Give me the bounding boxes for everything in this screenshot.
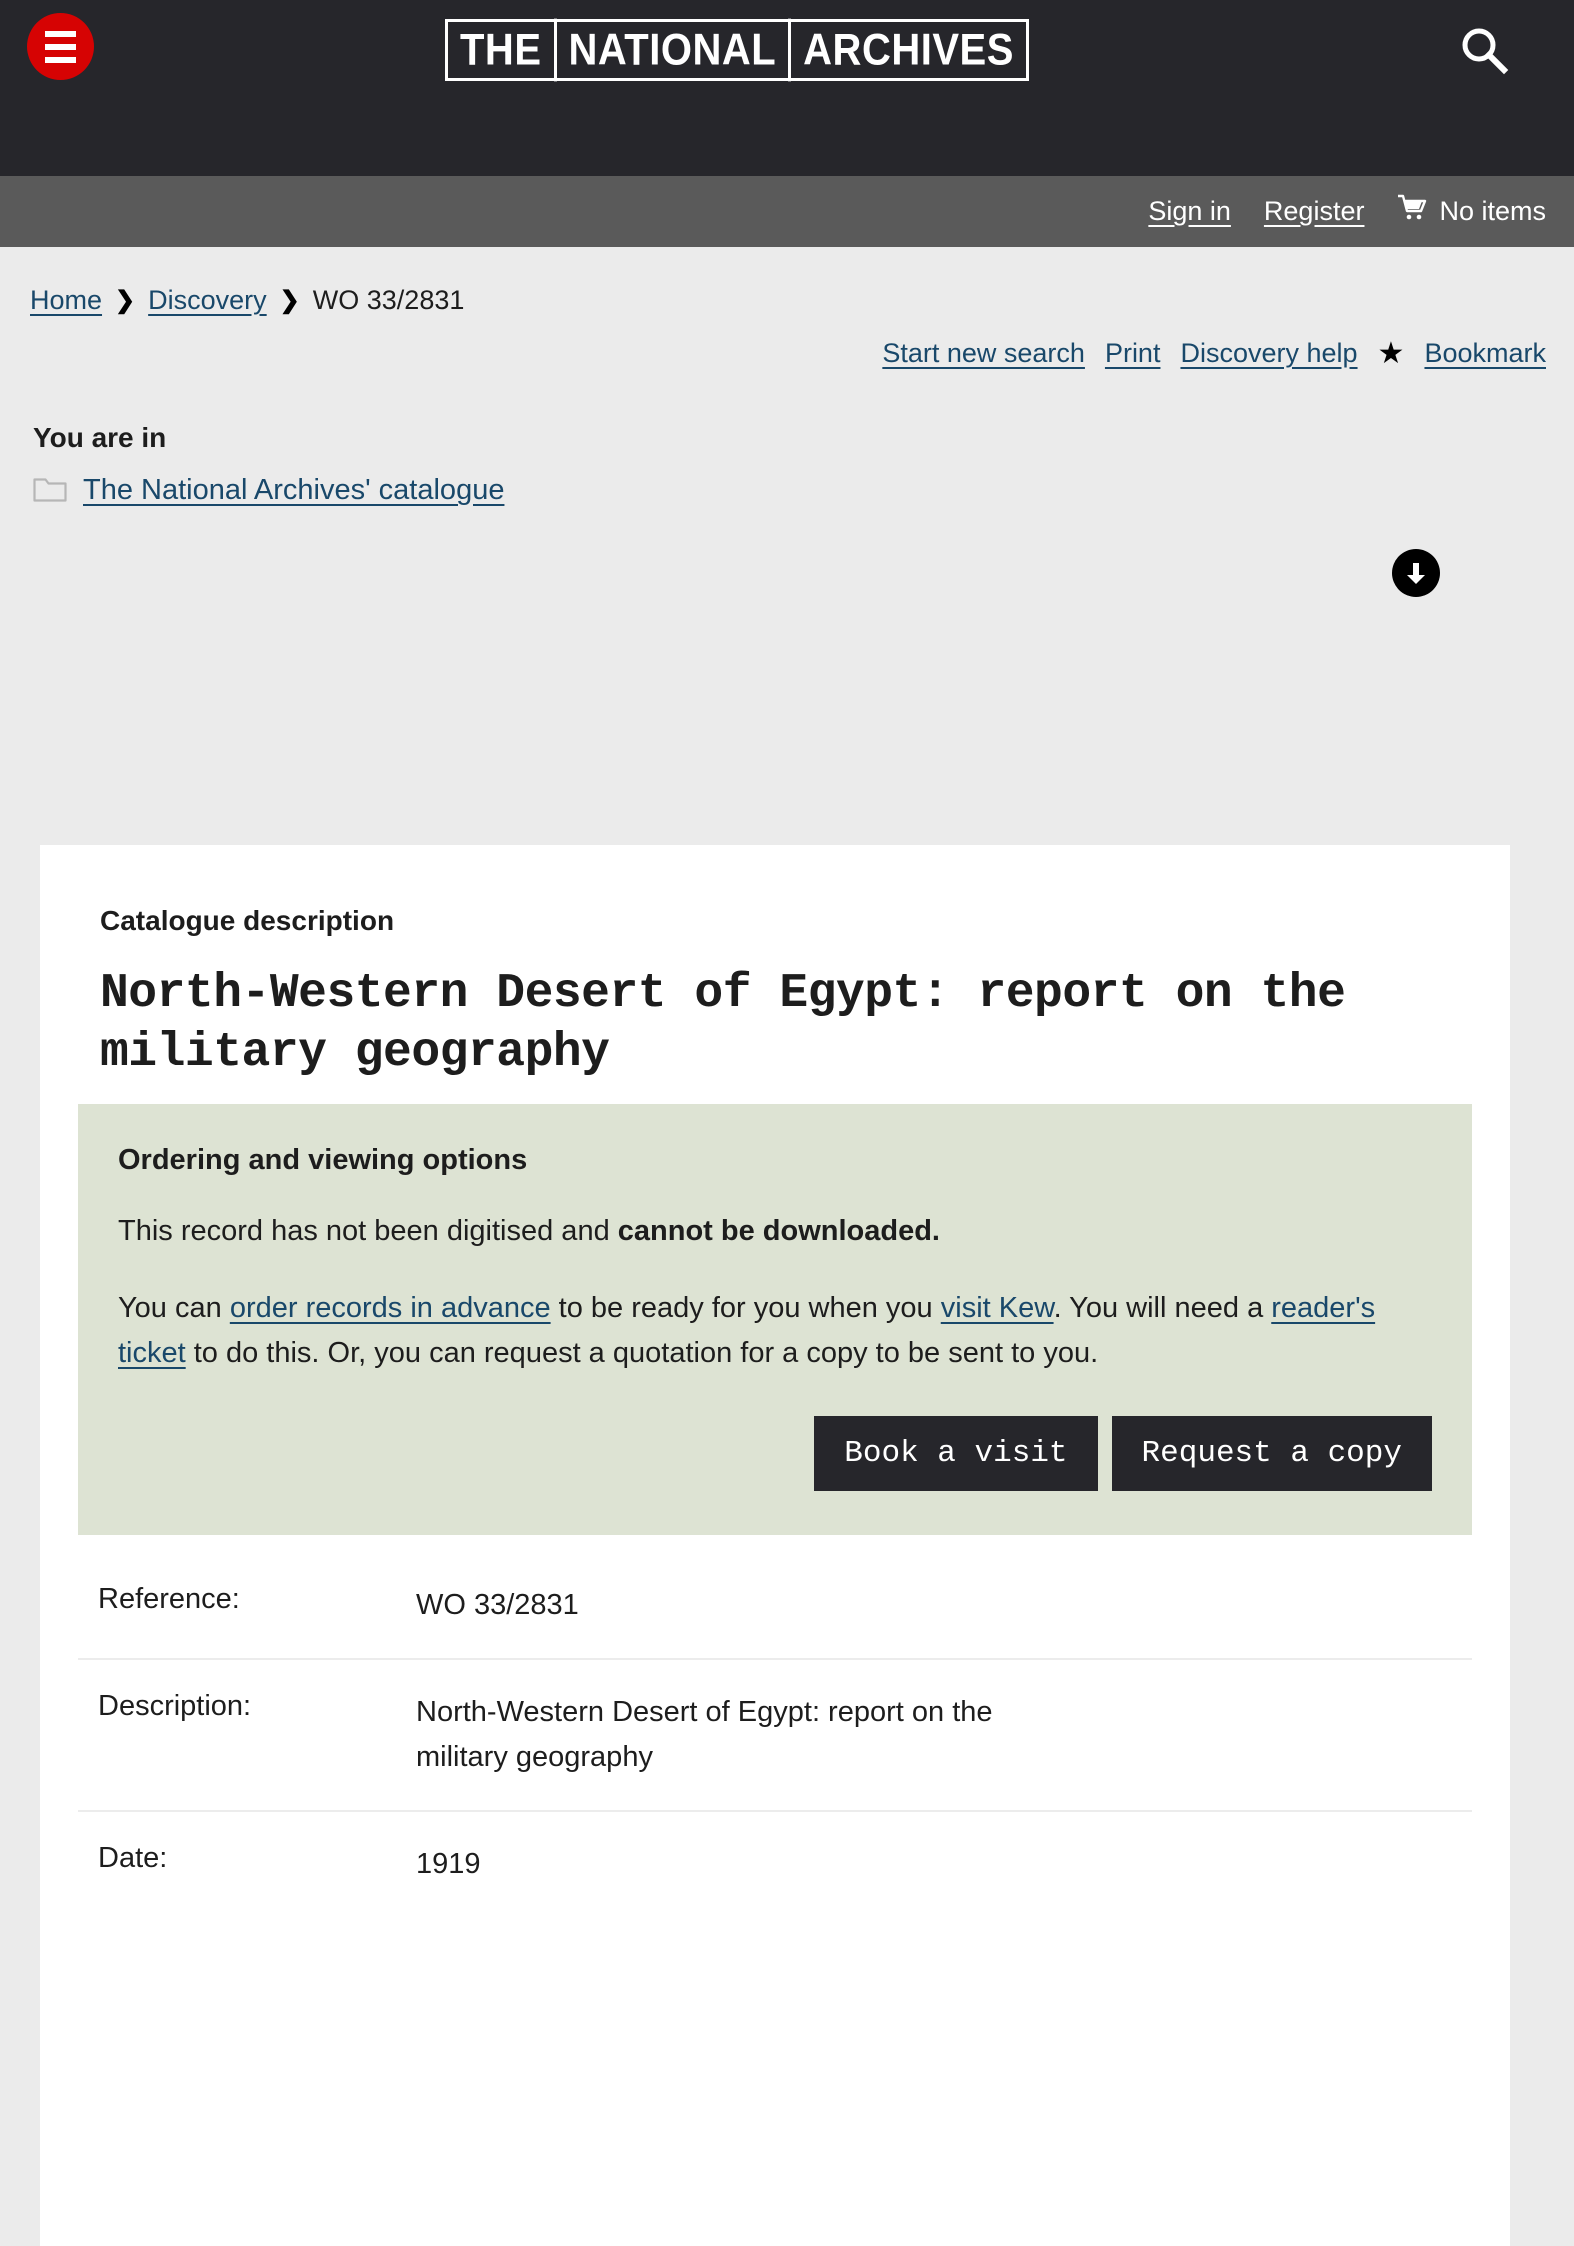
hamburger-bar (45, 30, 76, 37)
basket-link[interactable]: No items (1397, 194, 1546, 229)
you-are-in-row: The National Archives' catalogue (0, 454, 1574, 507)
table-row: Description: North-Western Desert of Egy… (78, 1657, 1472, 1810)
register-link[interactable]: Register (1264, 196, 1365, 227)
shopping-cart-icon (1397, 194, 1427, 229)
ordering-instructions-text: You can order records in advance to be r… (118, 1286, 1432, 1376)
record-card: Catalogue description North-Western Dese… (40, 845, 1510, 2246)
logo-word-national: NATIONAL (557, 18, 792, 82)
digitisation-status-prefix: This record has not been digitised and (118, 1215, 618, 1248)
hamburger-bar (45, 56, 76, 63)
star-icon: ★ (1377, 336, 1405, 370)
instructions-part-1: You can (118, 1292, 230, 1325)
logo-word-the: THE (448, 18, 557, 82)
detail-value: North-Western Desert of Egypt: report on… (416, 1695, 993, 1773)
visit-kew-link[interactable]: visit Kew (941, 1292, 1054, 1324)
chevron-right-icon: ❯ (115, 286, 136, 314)
book-a-visit-button[interactable]: Book a visit (814, 1415, 1098, 1491)
detail-key: Description: (98, 1689, 252, 1722)
detail-value: 1919 (416, 1847, 481, 1880)
record-actions: Start new search Print Discovery help ★ … (0, 316, 1574, 369)
start-new-search-link[interactable]: Start new search (882, 338, 1085, 369)
instructions-part-3: . You will need a (1053, 1292, 1272, 1325)
discovery-help-link[interactable]: Discovery help (1180, 338, 1357, 369)
digitisation-status-emphasis: cannot be downloaded. (617, 1215, 940, 1248)
bookmark-link[interactable]: Bookmark (1424, 338, 1546, 369)
breadcrumb-item-current: WO 33/2831 (312, 285, 465, 315)
request-a-copy-button[interactable]: Request a copy (1111, 1415, 1432, 1491)
table-row: Date: 1919 (78, 1809, 1472, 1917)
ordering-options-panel: Ordering and viewing options This record… (78, 1104, 1472, 1535)
search-icon[interactable] (1456, 22, 1512, 78)
order-records-in-advance-link[interactable]: order records in advance (230, 1292, 551, 1324)
you-are-in-heading: You are in (33, 422, 167, 453)
utility-bar: Sign in Register No items (0, 176, 1574, 247)
page-title: North-Western Desert of Egypt: report on… (100, 967, 1346, 1080)
breadcrumb: Home ❯ Discovery ❯ WO 33/2831 (0, 247, 1574, 316)
record-details-table: Reference: WO 33/2831 Description: North… (78, 1553, 1472, 1917)
basket-count-label: No items (1439, 196, 1546, 226)
logo-word-archives: ARCHIVES (803, 25, 1014, 75)
detail-key: Reference: (98, 1582, 240, 1615)
print-link[interactable]: Print (1105, 338, 1161, 369)
scroll-down-row (0, 507, 1574, 597)
table-row: Reference: WO 33/2831 (78, 1553, 1472, 1658)
ordering-button-row: Book a visit Request a copy (118, 1415, 1432, 1491)
arrow-down-circle-icon[interactable] (1392, 549, 1440, 597)
hamburger-bar (45, 43, 76, 50)
card-label: Catalogue description (100, 905, 395, 936)
instructions-part-4: to do this. Or, you can request a quotat… (185, 1336, 1099, 1369)
hamburger-menu-icon[interactable] (27, 13, 94, 80)
instructions-part-2: to be ready for you when you (550, 1292, 941, 1325)
breadcrumb-item-discovery[interactable]: Discovery (148, 285, 267, 316)
chevron-right-icon: ❯ (279, 286, 300, 314)
catalogue-link[interactable]: The National Archives' catalogue (83, 474, 504, 507)
detail-value: WO 33/2831 (416, 1588, 579, 1621)
breadcrumb-item-home[interactable]: Home (30, 285, 102, 316)
detail-key: Date: (98, 1841, 168, 1874)
folder-icon (33, 474, 67, 507)
digitisation-status-text: This record has not been digitised and c… (118, 1209, 1432, 1254)
ordering-options-heading: Ordering and viewing options (118, 1144, 528, 1177)
site-logo[interactable]: THE NATIONAL ARCHIVES (445, 18, 1029, 82)
sign-in-link[interactable]: Sign in (1148, 196, 1231, 227)
site-masthead: THE NATIONAL ARCHIVES (0, 0, 1574, 176)
